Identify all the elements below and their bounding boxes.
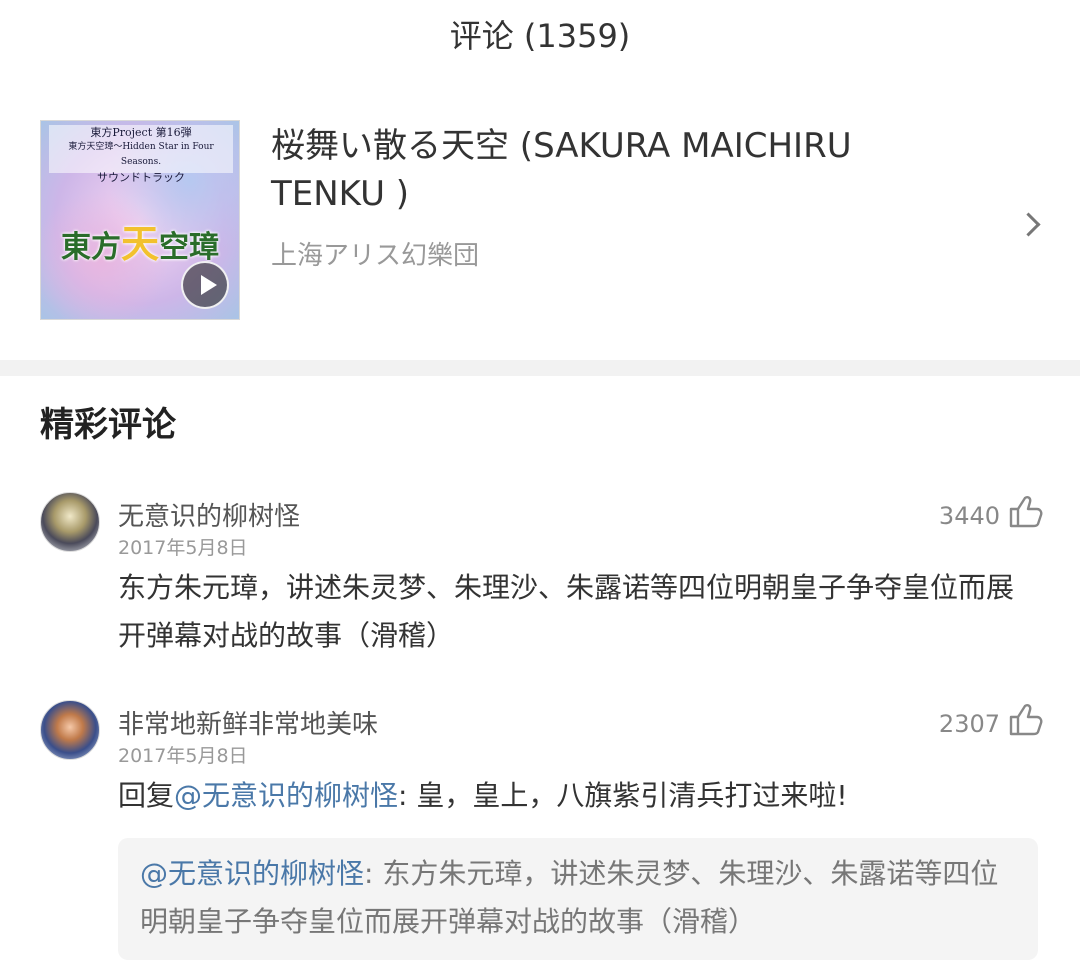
cover-banner: 東方Project 第16弾 東方天空璋～Hidden Star in Four… [49, 125, 233, 184]
reply-mention-link[interactable]: @无意识的柳树怪 [174, 779, 398, 812]
album-cover[interactable]: 東方Project 第16弾 東方天空璋～Hidden Star in Four… [40, 120, 240, 320]
thumbs-up-icon[interactable] [1008, 702, 1044, 736]
quoted-comment[interactable]: @无意识的柳树怪: 东方朱元璋，讲述朱灵梦、朱理沙、朱露诺等四位明朝皇子争夺皇位… [118, 838, 1038, 960]
quote-mention-link[interactable]: @无意识的柳树怪 [140, 857, 364, 890]
avatar[interactable] [40, 492, 100, 552]
comment-date: 2017年5月8日 [118, 537, 248, 559]
cover-line-2: 東方天空璋～Hidden Star in Four Seasons. [68, 142, 214, 167]
cover-line-1: 東方Project 第16弾 [90, 126, 192, 139]
section-title: 精彩评论 [40, 405, 176, 445]
like-count: 2307 [938, 710, 1000, 738]
chevron-right-icon[interactable] [1016, 212, 1041, 237]
reply-prefix: 回复 [118, 779, 175, 812]
comment-date: 2017年5月8日 [118, 745, 248, 767]
song-card[interactable]: 東方Project 第16弾 東方天空璋～Hidden Star in Four… [0, 100, 1080, 340]
avatar[interactable] [40, 700, 100, 760]
song-title: 桜舞い散る天空 (SAKURA MAICHIRU TENKU ) [271, 126, 852, 214]
reply-text: : 皇，皇上，八旗紫引清兵打过来啦! [398, 779, 848, 812]
comment-username[interactable]: 无意识的柳树怪 [118, 500, 300, 534]
comment-username[interactable]: 非常地新鲜非常地美味 [118, 708, 378, 742]
thumbs-up-icon[interactable] [1008, 494, 1044, 528]
cover-line-3: サウンドトラック [97, 171, 185, 184]
comment-content: 回复@无意识的柳树怪: 皇，皇上，八旗紫引清兵打过来啦! [118, 772, 1028, 820]
comment-content: 东方朱元璋，讲述朱灵梦、朱理沙、朱露诺等四位明朝皇子争夺皇位而展开弹幕对战的故事… [118, 571, 1015, 652]
play-icon[interactable] [181, 261, 229, 309]
page-title: 评论 (1359) [449, 17, 631, 55]
song-artist: 上海アリス幻樂団 [271, 241, 480, 271]
like-count: 3440 [938, 502, 1000, 530]
cover-logo: 東方天空璋 [61, 221, 220, 266]
section-divider [0, 360, 1080, 376]
